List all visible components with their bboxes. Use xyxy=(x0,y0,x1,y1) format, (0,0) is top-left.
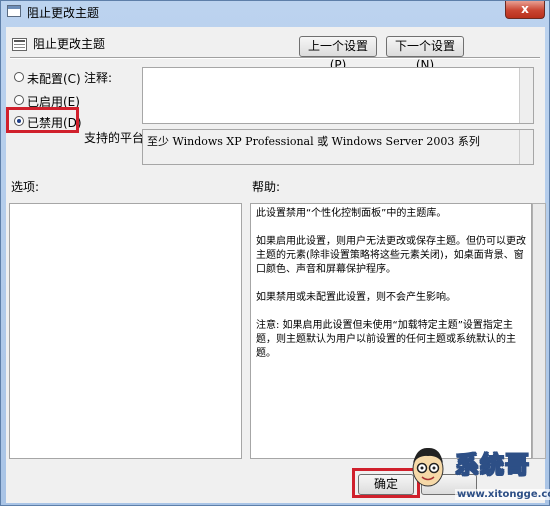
cartoon-face-icon xyxy=(412,447,444,487)
radio-circle[interactable] xyxy=(14,72,24,82)
radio-label[interactable]: 未配置(C) xyxy=(27,70,81,87)
platform-value: 至少 Windows XP Professional 或 Windows Ser… xyxy=(147,135,480,148)
comment-scrollbar[interactable] xyxy=(519,68,533,123)
help-label: 帮助: xyxy=(252,180,281,194)
policy-dialog-window: 阻止更改主题 x 阻止更改主题 上一个设置(P) 下一个设置(N) 未配置(C)… xyxy=(0,0,550,506)
platform-label: 支持的平台: xyxy=(84,131,149,145)
radio-circle[interactable] xyxy=(14,95,24,105)
close-button[interactable]: x xyxy=(505,1,545,19)
window-title: 阻止更改主题 xyxy=(27,6,100,20)
header-divider xyxy=(10,57,540,59)
next-setting-button[interactable]: 下一个设置(N) xyxy=(386,36,464,72)
setting-title: 阻止更改主题 xyxy=(33,37,106,51)
watermark-logo: 系统哥 www.xitongge.com xyxy=(403,441,550,506)
comment-label: 注释: xyxy=(84,71,113,85)
help-paragraph: 如果禁用或未配置此设置，则不会产生影响。 xyxy=(256,292,456,303)
help-pane: 此设置禁用“个性化控制面板”中的主题库。 如果启用此设置，则用户无法更改或保存主… xyxy=(250,203,532,459)
watermark-url: www.xitongge.com xyxy=(455,489,550,500)
policy-window-icon xyxy=(7,5,21,17)
highlight-disabled-option xyxy=(6,107,79,133)
options-pane xyxy=(9,203,242,459)
help-paragraph: 此设置禁用“个性化控制面板”中的主题库。 xyxy=(256,208,447,219)
watermark-name: 系统哥 xyxy=(455,451,530,480)
help-paragraph: 注意: 如果启用此设置但未使用“加载特定主题”设置指定主题，则主题默认为用户以前… xyxy=(256,320,516,359)
title-bar[interactable]: 阻止更改主题 x xyxy=(1,1,549,23)
policy-setting-icon xyxy=(12,38,27,51)
help-paragraph: 如果启用此设置，则用户无法更改或保存主题。但仍可以更改主题的元素(除非设置策略将… xyxy=(256,236,526,275)
previous-setting-button[interactable]: 上一个设置(P) xyxy=(299,36,377,72)
dialog-client-area: 阻止更改主题 上一个设置(P) 下一个设置(N) 未配置(C) 已启用(E) 已… xyxy=(6,27,546,503)
help-scrollbar[interactable] xyxy=(532,203,546,459)
options-label: 选项: xyxy=(11,180,40,194)
platform-field: 至少 Windows XP Professional 或 Windows Ser… xyxy=(142,129,534,165)
comment-textarea[interactable] xyxy=(142,67,534,124)
platform-scrollbar[interactable] xyxy=(519,130,533,164)
